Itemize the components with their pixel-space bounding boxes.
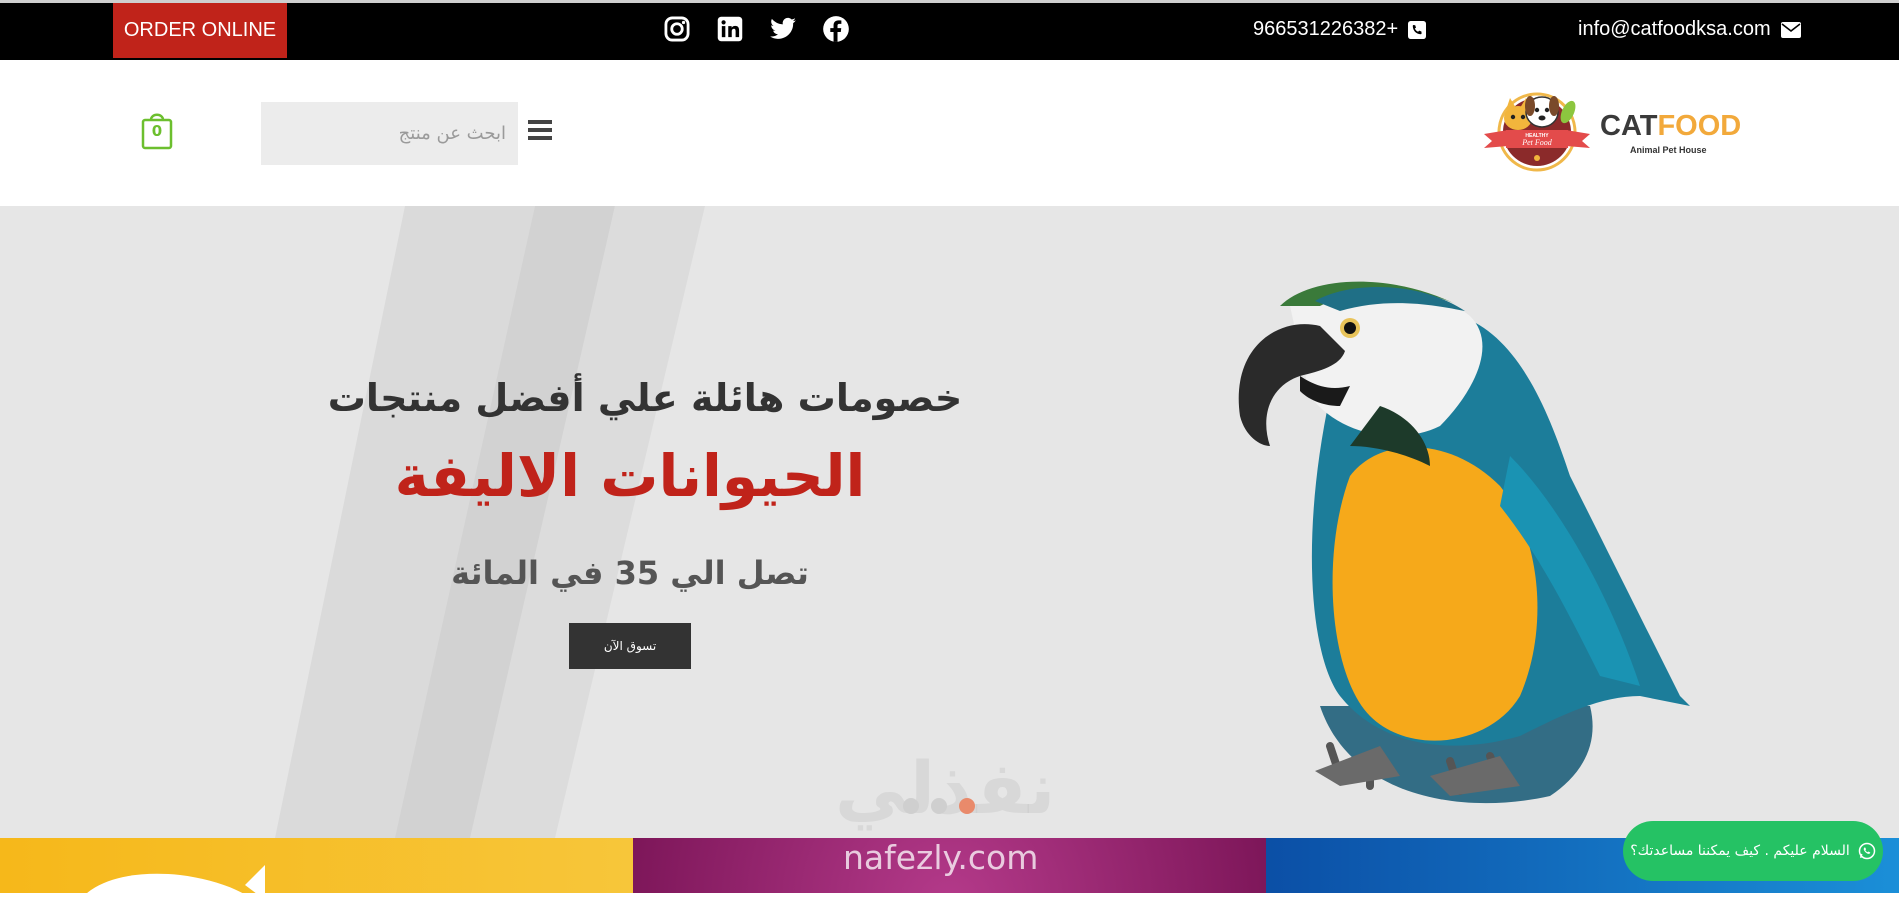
slider-dots — [903, 798, 975, 814]
order-online-button[interactable]: ORDER ONLINE — [113, 3, 287, 58]
cart-count: 0 — [151, 122, 163, 140]
slider-dot-2[interactable] — [931, 798, 947, 814]
whatsapp-chat-button[interactable]: السلام عليكم . كيف يمكننا مساعدتك؟ — [1623, 821, 1883, 881]
logo-tagline: Animal Pet House — [1630, 145, 1707, 155]
cart-button[interactable]: 0 — [141, 110, 173, 150]
category-card-yellow[interactable] — [0, 838, 633, 920]
watermark-arabic: نفذلي — [835, 746, 1056, 830]
logo-badge-bottom: Pet Food — [1521, 138, 1553, 147]
search-input[interactable] — [261, 102, 518, 165]
envelope-icon — [1780, 21, 1801, 38]
phone-contact[interactable]: 966531226382+ — [1253, 18, 1427, 41]
category-cards: nafezly.com — [0, 838, 1899, 920]
top-bar: ORDER ONLINE 966531226382+ info@catfoodk — [0, 3, 1899, 60]
shop-now-button[interactable]: تسوق الآن — [569, 623, 691, 669]
kitten-image — [70, 865, 270, 920]
whatsapp-label: السلام عليكم . كيف يمكننا مساعدتك؟ — [1630, 843, 1850, 859]
logo-wordmark: CATFOOD — [1600, 110, 1742, 142]
instagram-icon[interactable] — [663, 15, 691, 43]
facebook-icon[interactable] — [822, 15, 850, 43]
hamburger-menu-icon[interactable] — [528, 120, 552, 146]
whatsapp-icon — [1858, 842, 1876, 860]
phone-number: 966531226382+ — [1253, 18, 1399, 40]
watermark-latin: nafezly.com — [843, 838, 1039, 877]
email-contact[interactable]: info@catfoodksa.com — [1578, 18, 1801, 41]
hero-headline: خصومات هائلة علي أفضل منتجات — [327, 376, 963, 420]
site-logo[interactable]: HEALTHY Pet Food CATFOOD Animal Pet Hous… — [1480, 88, 1750, 178]
hero-subtitle: تصل الي 35 في المائة — [451, 554, 809, 592]
hero-title: الحيوانات الاليفة — [394, 442, 866, 510]
site-header: 0 HEALTHY Pet Food CATFOO — [0, 60, 1899, 206]
parrot-image — [1238, 281, 1690, 804]
slider-dot-3[interactable] — [959, 798, 975, 814]
social-links — [660, 15, 860, 45]
pet-mascot-logo-icon: HEALTHY Pet Food — [1484, 92, 1590, 172]
phone-icon — [1408, 20, 1427, 39]
email-address: info@catfoodksa.com — [1578, 18, 1771, 40]
slider-dot-1[interactable] — [903, 798, 919, 814]
twitter-icon[interactable] — [769, 15, 797, 43]
linkedin-icon[interactable] — [716, 15, 744, 43]
hero-slider: نفذلي خصومات هائلة علي أفضل منتجات الحيو… — [0, 206, 1899, 838]
